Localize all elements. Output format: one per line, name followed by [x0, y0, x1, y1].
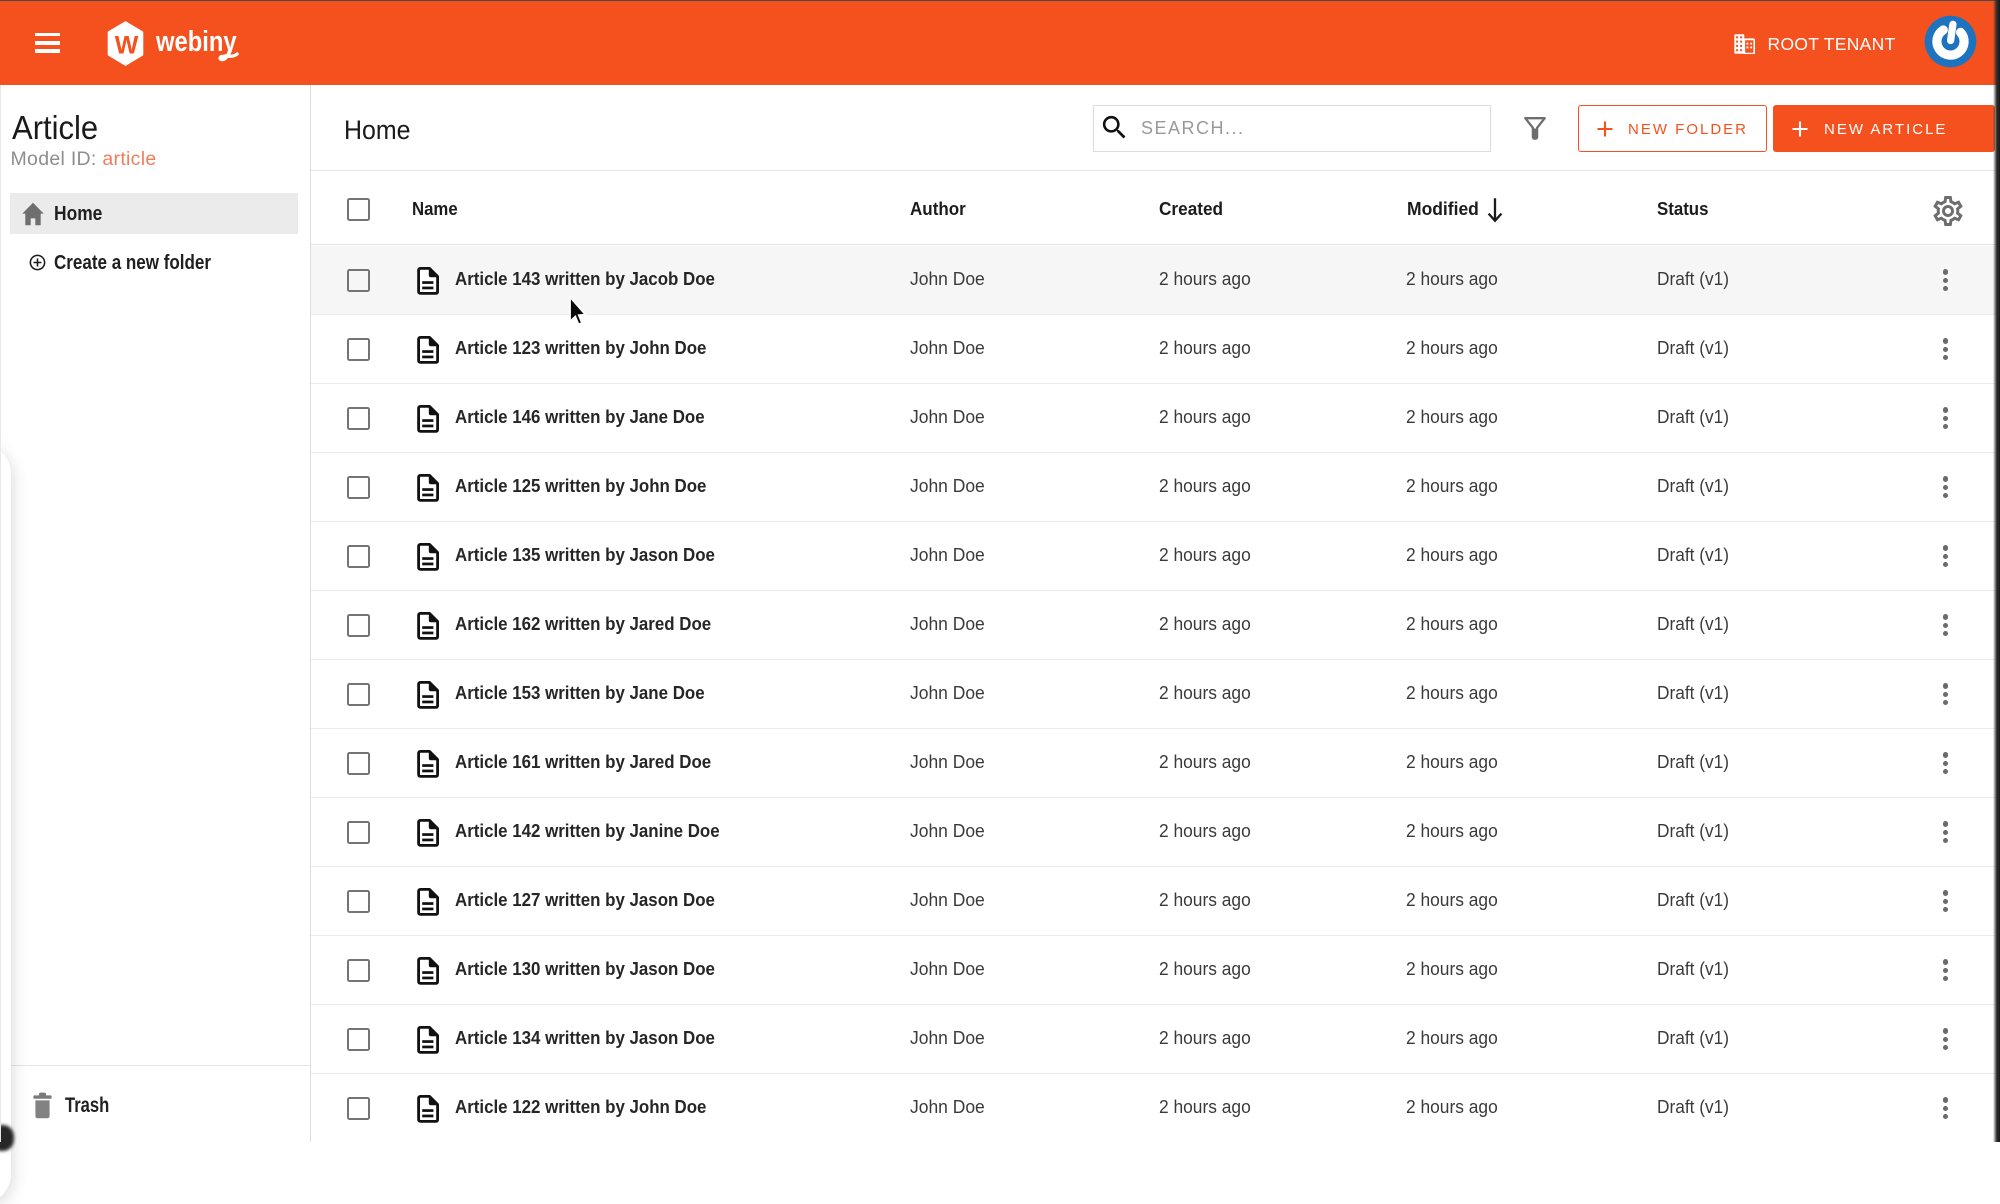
- svg-text:W: W: [115, 32, 139, 60]
